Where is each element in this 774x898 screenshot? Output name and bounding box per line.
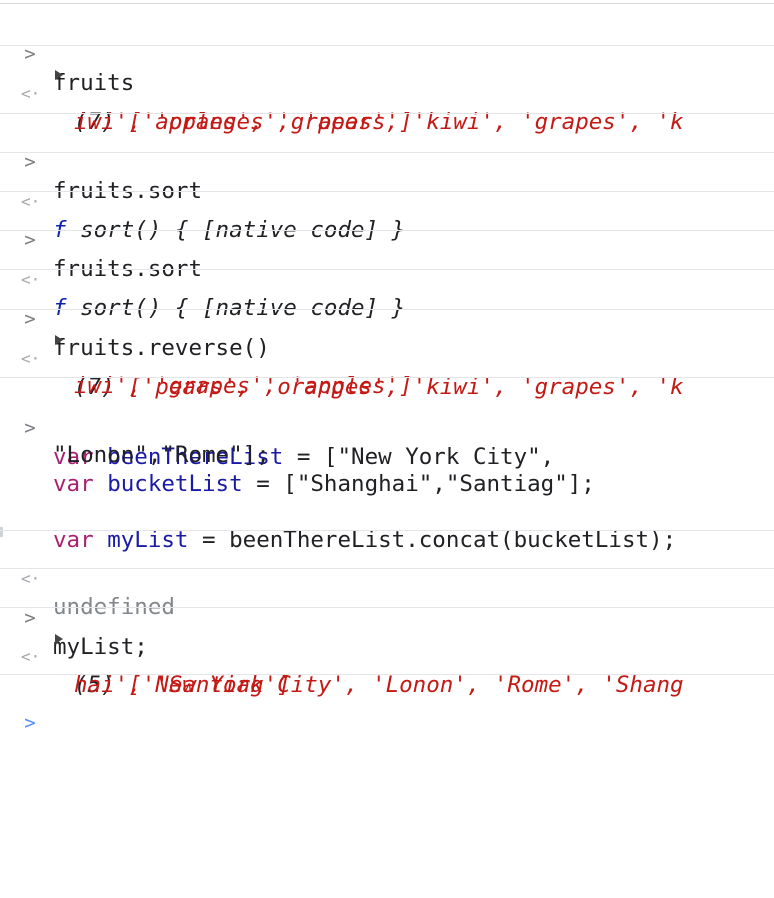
separator: [0, 607, 774, 608]
active-prompt-chevron-icon: >: [24, 712, 36, 734]
code-text: var bucketList = ["Shanghai","Santiag"];: [53, 470, 595, 499]
separator: [0, 568, 774, 569]
separator: [0, 152, 774, 153]
separator: [0, 191, 774, 192]
console-input-prompt[interactable]: >: [0, 680, 774, 738]
separator: [0, 377, 774, 378]
separator: [0, 45, 774, 46]
separator: [0, 230, 774, 231]
separator: [0, 269, 774, 270]
keyword-var: var: [53, 471, 94, 497]
identifier: bucketList: [107, 471, 243, 497]
console-top-border: [0, 3, 774, 4]
separator: [0, 309, 774, 310]
code-rest: = ["Shanghai","Santiag"];: [242, 471, 595, 497]
separator: [0, 674, 774, 675]
separator: [0, 530, 774, 531]
separator: [0, 113, 774, 114]
